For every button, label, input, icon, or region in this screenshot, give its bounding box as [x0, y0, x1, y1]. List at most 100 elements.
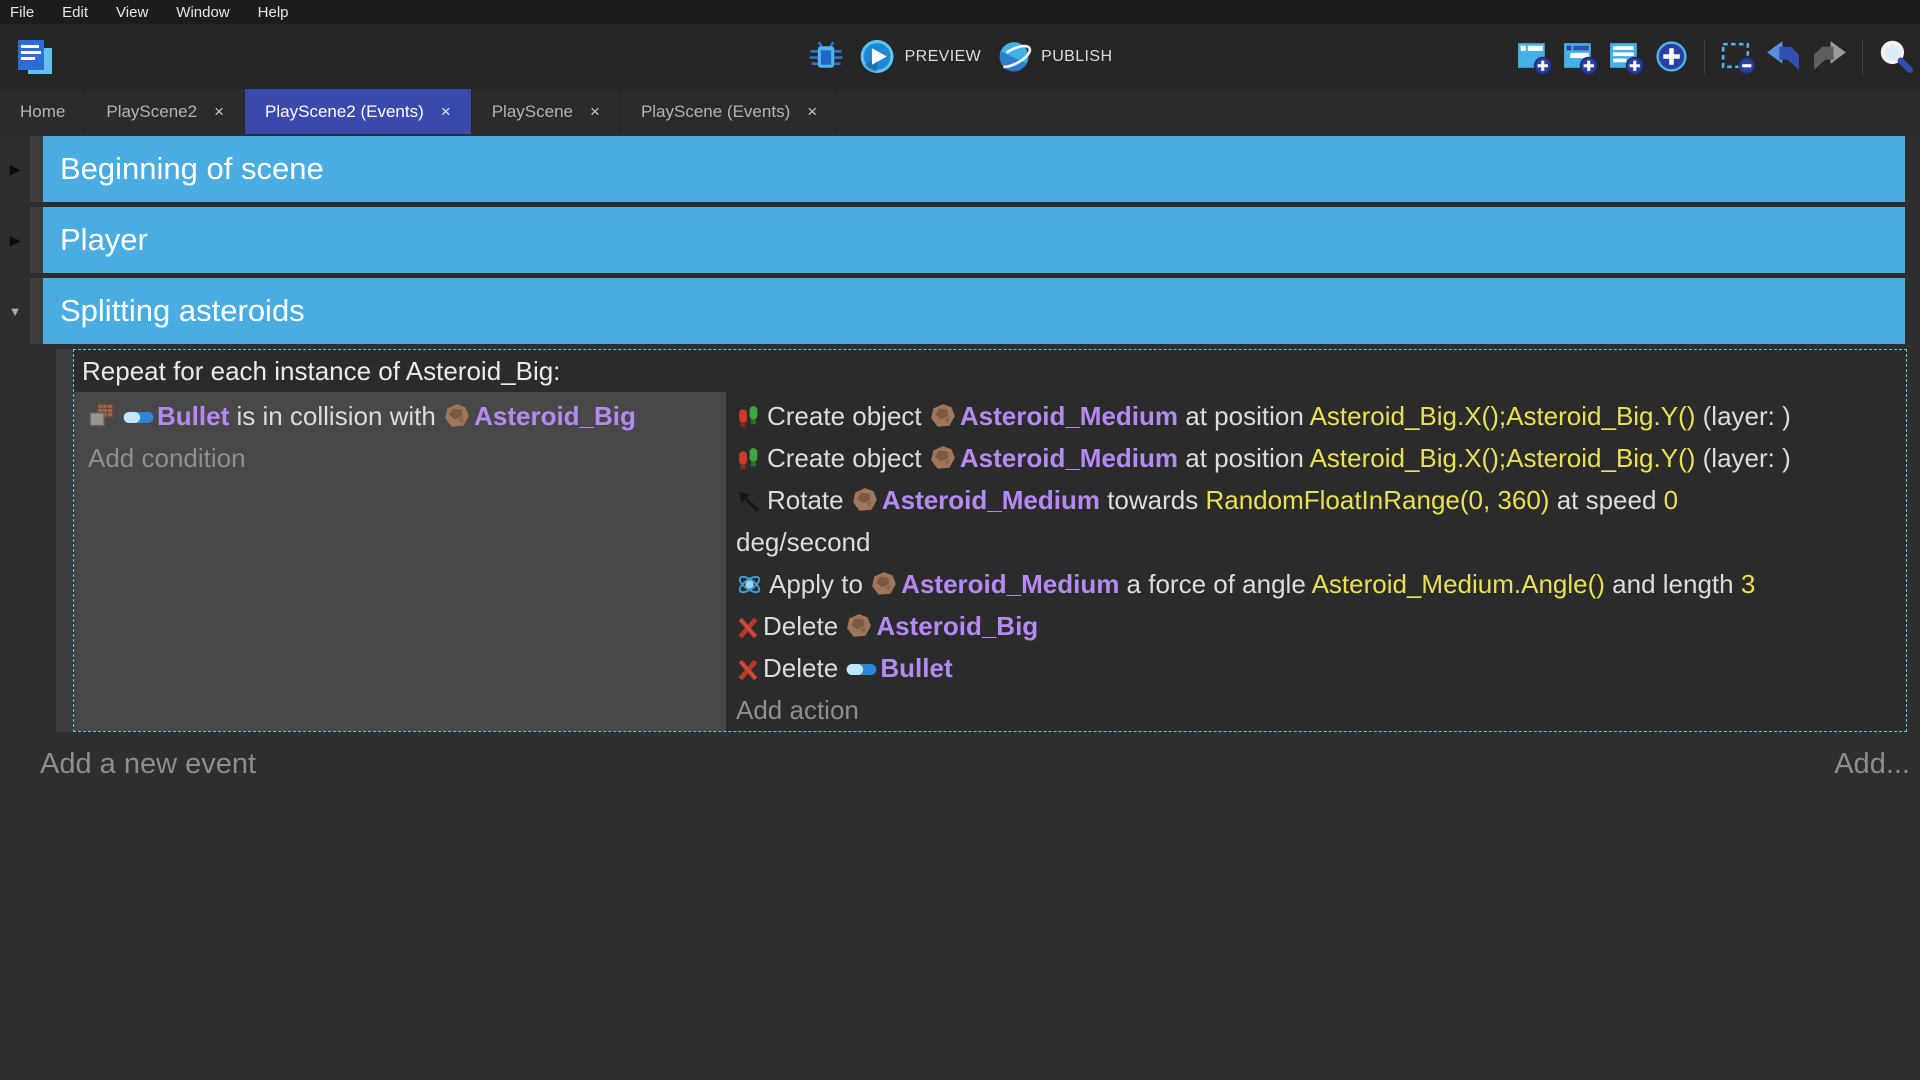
group-fold-cell: ▶: [0, 136, 30, 202]
asteroid-icon: [845, 612, 873, 640]
text-segment: Rotate: [767, 485, 851, 515]
remove-selection-icon[interactable]: [1719, 38, 1756, 75]
text-segment: Bullet: [157, 401, 229, 431]
text-segment: 3: [1741, 569, 1755, 599]
chevron-right-icon[interactable]: ▶: [10, 233, 21, 247]
toolbar-center-group: PREVIEW PUBLISH: [808, 24, 1113, 89]
delete-icon: [736, 658, 760, 682]
text-segment: Asteroid_Big.X();Asteroid_Big.Y(): [1310, 443, 1696, 473]
repeat-event-header[interactable]: Repeat for each instance of Asteroid_Big…: [74, 350, 1906, 392]
tab-close-icon[interactable]: ×: [441, 102, 451, 122]
text-segment: Bullet: [880, 653, 952, 683]
group-drag-gutter[interactable]: [30, 207, 43, 273]
debugger-icon[interactable]: [808, 38, 845, 75]
menu-item-window[interactable]: Window: [176, 4, 229, 21]
chevron-down-icon[interactable]: ▼: [9, 305, 22, 318]
menu-item-edit[interactable]: Edit: [62, 4, 88, 21]
group-drag-gutter[interactable]: [30, 136, 43, 202]
text-segment: Asteroid_Medium: [960, 443, 1178, 473]
group-title: Splitting asteroids: [60, 293, 305, 329]
publish-planet-icon: [995, 38, 1032, 75]
text-segment: Delete: [763, 653, 845, 683]
group-title-bar[interactable]: Player: [43, 207, 1905, 273]
action-row[interactable]: Delete Bullet: [736, 647, 1892, 689]
add-more-button[interactable]: Add...: [1834, 748, 1910, 781]
text-segment: Asteroid_Medium: [960, 401, 1178, 431]
tab-playscene2[interactable]: PlayScene2 ×: [86, 89, 245, 134]
event-columns: Bullet is in collision with Asteroid_Big…: [74, 392, 1906, 731]
text-segment: Asteroid_Big.X();Asteroid_Big.Y(): [1310, 401, 1696, 431]
text-segment: 0: [1664, 485, 1678, 515]
event-group-splitting-asteroids[interactable]: ▼ Splitting asteroids: [0, 278, 1920, 344]
add-subevent-icon[interactable]: [1561, 38, 1598, 75]
asteroid-icon: [443, 402, 471, 430]
add-condition-button[interactable]: Add condition: [88, 437, 718, 479]
publish-button[interactable]: PUBLISH: [995, 38, 1112, 75]
chevron-right-icon[interactable]: ▶: [10, 162, 21, 176]
action-row[interactable]: Apply to Asteroid_Medium a force of angl…: [736, 563, 1892, 605]
create-object-icon: [736, 445, 761, 472]
text-segment: Asteroid_Medium: [901, 569, 1119, 599]
tab-label: PlayScene2: [106, 102, 197, 122]
text-segment: at speed: [1549, 485, 1663, 515]
main-toolbar: PREVIEW PUBLISH: [0, 24, 1920, 89]
event-drag-gutter[interactable]: [56, 349, 73, 732]
apply-force-icon: [736, 571, 763, 598]
tab-home[interactable]: Home: [0, 89, 86, 134]
search-icon[interactable]: [1877, 38, 1914, 75]
bullet-object-icon: [122, 409, 155, 426]
tab-close-icon[interactable]: ×: [214, 102, 224, 122]
condition-row[interactable]: Bullet is in collision with Asteroid_Big: [88, 395, 718, 437]
action-row[interactable]: Create object Asteroid_Medium at positio…: [736, 437, 1892, 479]
tab-label: PlayScene (Events): [641, 102, 790, 122]
event-group-player[interactable]: ▶ Player: [0, 207, 1920, 273]
menu-item-view[interactable]: View: [116, 4, 148, 21]
tab-label: PlayScene2 (Events): [265, 102, 424, 122]
text-segment: Asteroid_Medium: [882, 485, 1100, 515]
undo-icon[interactable]: [1765, 38, 1802, 75]
add-action-button[interactable]: Add action: [736, 689, 1892, 731]
asteroid-icon: [870, 570, 898, 598]
add-circle-icon[interactable]: [1653, 38, 1690, 75]
tab-close-icon[interactable]: ×: [590, 102, 600, 122]
text-segment: is in collision with: [229, 401, 443, 431]
menu-item-file[interactable]: File: [10, 4, 34, 21]
action-row[interactable]: Rotate Asteroid_Medium towards RandomFlo…: [736, 479, 1892, 563]
tab-close-icon[interactable]: ×: [807, 102, 817, 122]
tab-playscene[interactable]: PlayScene ×: [472, 89, 621, 134]
create-object-icon: [736, 403, 761, 430]
group-fold-cell: ▶: [0, 207, 30, 273]
text-segment: Create object: [767, 443, 929, 473]
text-segment: Asteroid_Big: [474, 401, 636, 431]
text-segment: Delete: [763, 611, 845, 641]
redo-icon[interactable]: [1811, 38, 1848, 75]
repeat-event[interactable]: Repeat for each instance of Asteroid_Big…: [0, 349, 1920, 732]
group-drag-gutter[interactable]: [30, 278, 43, 344]
group-title-bar[interactable]: Splitting asteroids: [43, 278, 1905, 344]
text-segment: and length: [1605, 569, 1741, 599]
event-indent: [0, 349, 56, 732]
tab-label: Home: [20, 102, 65, 122]
preview-label: PREVIEW: [905, 48, 982, 66]
add-event-row: Add a new event Add...: [40, 748, 1880, 781]
tab-playscene2-events-[interactable]: PlayScene2 (Events) ×: [245, 89, 472, 134]
text-segment: (layer: ): [1695, 443, 1790, 473]
text-segment: RandomFloatInRange(0, 360): [1205, 485, 1549, 515]
text-segment: Apply to: [769, 569, 870, 599]
action-row[interactable]: Delete Asteroid_Big: [736, 605, 1892, 647]
add-new-event-button[interactable]: Add a new event: [40, 748, 256, 780]
menu-item-help[interactable]: Help: [258, 4, 289, 21]
add-event-icon[interactable]: [1515, 38, 1552, 75]
preview-button[interactable]: PREVIEW: [859, 38, 982, 75]
repeat-event-box[interactable]: Repeat for each instance of Asteroid_Big…: [73, 349, 1907, 732]
action-row[interactable]: Create object Asteroid_Medium at positio…: [736, 395, 1892, 437]
conditions-panel[interactable]: Bullet is in collision with Asteroid_Big…: [74, 392, 726, 731]
event-group-beginning-of-scene[interactable]: ▶ Beginning of scene: [0, 136, 1920, 202]
actions-panel[interactable]: Create object Asteroid_Medium at positio…: [726, 392, 1906, 731]
group-title-bar[interactable]: Beginning of scene: [43, 136, 1905, 202]
add-comment-icon[interactable]: [1607, 38, 1644, 75]
delete-icon: [736, 616, 760, 640]
asteroid-icon: [929, 402, 957, 430]
tab-playscene-events-[interactable]: PlayScene (Events) ×: [621, 89, 838, 134]
tab-label: PlayScene: [492, 102, 573, 122]
